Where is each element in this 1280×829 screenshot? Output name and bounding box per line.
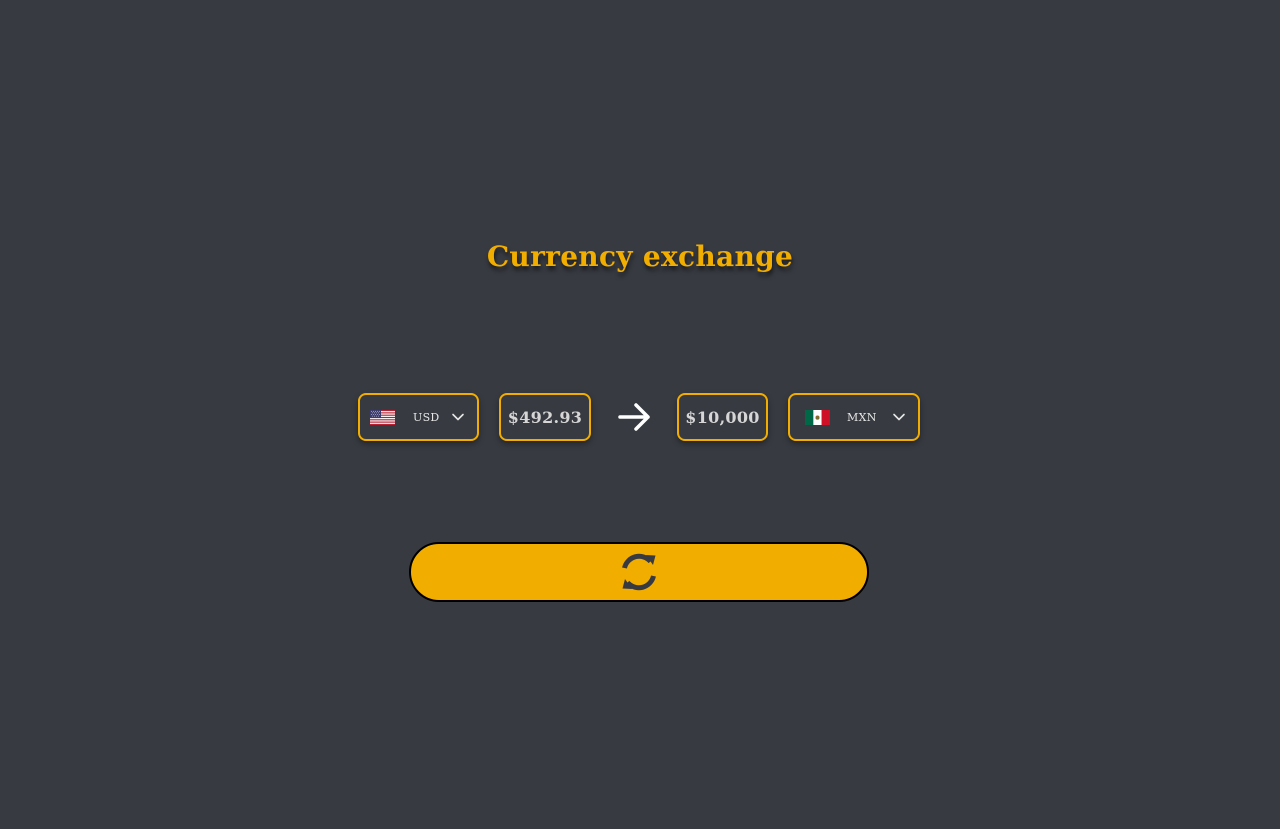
to-currency-select[interactable]: MXN xyxy=(788,393,920,441)
convert-button[interactable] xyxy=(409,542,869,602)
mx-flag-icon xyxy=(805,409,830,425)
to-amount-value: $10,000 xyxy=(685,407,760,427)
from-amount-value: $492.93 xyxy=(507,407,583,427)
from-currency-select[interactable]: USD xyxy=(358,393,479,441)
chevron-down-icon xyxy=(452,413,464,421)
arrow-right-icon xyxy=(618,403,650,431)
to-amount-field[interactable]: $10,000 xyxy=(677,393,768,441)
from-amount-field[interactable]: $492.93 xyxy=(499,393,591,441)
to-currency-code: MXN xyxy=(847,410,877,424)
refresh-icon xyxy=(622,553,656,591)
from-currency-code: USD xyxy=(413,410,440,424)
us-flag-icon xyxy=(370,409,395,425)
currency-exchange-page: Currency exchange USD $492.93 $10,000 MX… xyxy=(0,0,1280,829)
chevron-down-icon xyxy=(893,413,905,421)
exchange-row: USD $492.93 $10,000 MXN xyxy=(0,393,1280,441)
page-title: Currency exchange xyxy=(486,240,794,273)
